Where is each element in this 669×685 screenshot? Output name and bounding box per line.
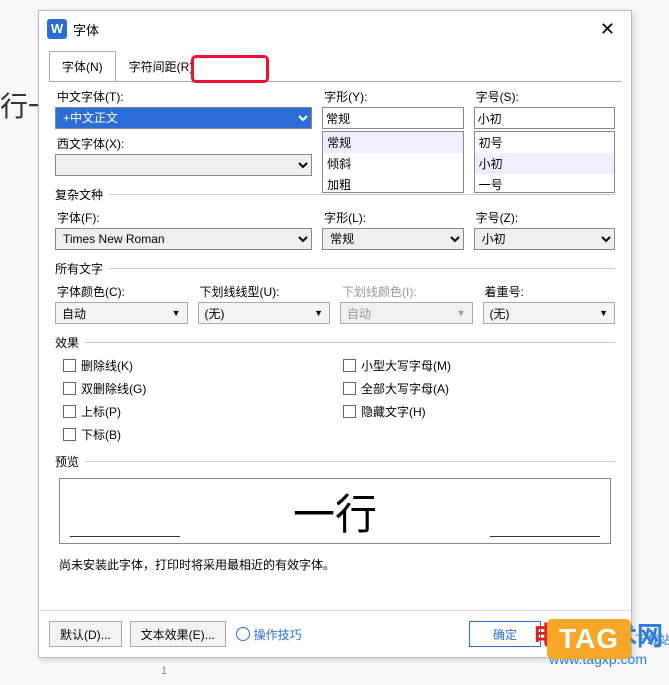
tab-spacing[interactable]: 字符间距(R) [116,51,207,82]
chinese-font-select[interactable]: +中文正文 [55,107,312,129]
tag-sub: 下载站 [635,631,669,648]
group-all: 所有文字 [55,260,615,277]
group-preview: 预览 [55,453,615,470]
font-dialog: W 字体 ✕ 字体(N) 字符间距(R) 中文字体(T): +中文正文 字形(Y… [38,10,632,658]
titlebar: W 字体 ✕ [39,11,631,47]
cx-size-label: 字号(Z): [474,209,615,226]
font-size-input[interactable] [474,107,615,129]
cx-size-select[interactable]: 小初 [474,228,615,250]
preview-box: 一行 [59,478,611,544]
check-sub[interactable]: 下标(B) [63,426,335,443]
font-color-drop[interactable]: 自动▼ [55,302,188,324]
font-style-label: 字形(Y): [322,88,463,105]
group-effects: 效果 [55,334,615,351]
tag-badge: TAG 下载站 [547,619,669,659]
ok-button[interactable]: 确定 [469,621,541,647]
cx-style-label: 字形(L): [322,209,463,226]
preview-header: 预览 [55,453,79,470]
check-allcaps[interactable]: 全部大写字母(A) [343,380,615,397]
check-sup[interactable]: 上标(P) [63,403,335,420]
preview-text: 一行 [293,481,377,542]
tag-box: TAG [547,619,631,659]
emphasis-label: 着重号: [483,283,616,300]
chevron-down-icon: ▼ [172,308,181,318]
chevron-down-icon: ▼ [599,308,608,318]
cx-font-label: 字体(F): [55,209,312,226]
check-strike[interactable]: 删除线(K) [63,357,335,374]
chevron-down-icon: ▼ [457,308,466,318]
emphasis-drop[interactable]: (无)▼ [483,302,616,324]
underline-style-label: 下划线线型(U): [198,283,331,300]
western-font-select[interactable] [55,154,312,176]
check-hidden[interactable]: 隐藏文字(H) [343,403,615,420]
font-size-label: 字号(S): [474,88,615,105]
check-dblstrike[interactable]: 双删除线(G) [63,380,335,397]
cx-font-select[interactable]: Times New Roman [55,228,312,250]
underline-color-drop: 自动▼ [340,302,473,324]
underline-color-label: 下划线颜色(I): [340,283,473,300]
effects-checks: 删除线(K) 双删除线(G) 上标(P) 下标(B) 小型大写字母(M) 全部大… [55,357,615,443]
tab-font[interactable]: 字体(N) [49,51,116,82]
tab-row: 字体(N) 字符间距(R) [39,47,631,82]
default-button[interactable]: 默认(D)... [49,621,122,647]
tips-link[interactable]: 操作技巧 [236,626,302,643]
effects-header: 效果 [55,334,79,351]
text-effect-button[interactable]: 文本效果(E)... [130,621,226,647]
check-smallcaps[interactable]: 小型大写字母(M) [343,357,615,374]
app-logo-icon: W [47,19,67,39]
info-icon [236,627,250,641]
underline-style-drop[interactable]: (无)▼ [198,302,331,324]
chevron-down-icon: ▼ [314,308,323,318]
dialog-body: 中文字体(T): +中文正文 字形(Y): 常规 倾斜 加粗 字号(S): 初号 [49,81,621,610]
all-header: 所有文字 [55,260,103,277]
chinese-font-label: 中文字体(T): [55,88,312,105]
font-style-input[interactable] [322,107,463,129]
preview-note: 尚未安装此字体，打印时将采用最相近的有效字体。 [55,552,615,583]
dialog-title: 字体 [73,20,592,39]
close-icon[interactable]: ✕ [592,19,623,40]
font-color-label: 字体颜色(C): [55,283,188,300]
page-number: 1 [161,665,167,677]
complex-header: 复杂文种 [55,186,103,203]
cx-style-select[interactable]: 常规 [322,228,463,250]
western-font-label: 西文字体(X): [55,135,312,152]
group-complex: 复杂文种 [55,186,615,203]
